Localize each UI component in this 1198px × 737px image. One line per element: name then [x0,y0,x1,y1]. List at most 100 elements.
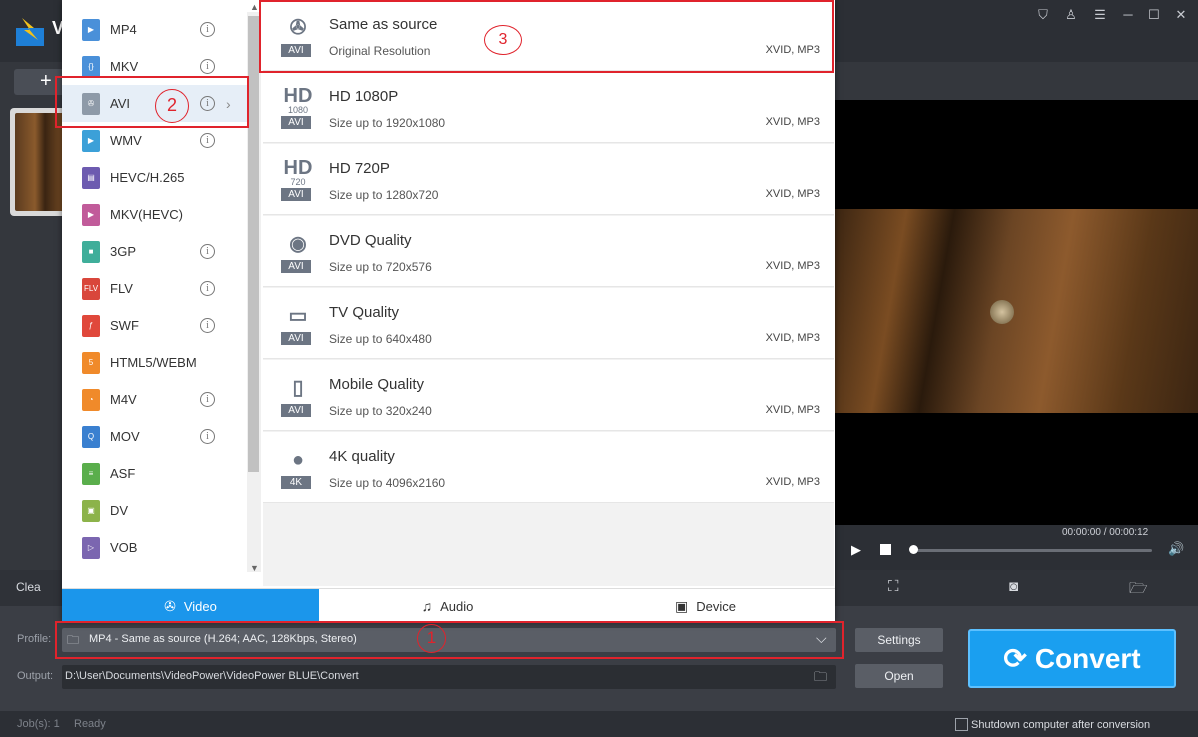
annotation-box-1 [55,621,844,659]
tab-label: Device [696,599,736,614]
info-icon[interactable]: i [200,318,215,333]
format-item-mp4[interactable]: ▶ MP4 i [62,11,247,48]
annotation-box-2 [55,76,249,128]
preset-title: 4K quality [329,448,395,465]
settings-button[interactable]: Settings [855,628,943,652]
format-item-dv[interactable]: ▣ DV [62,492,247,529]
device-icon: ▣ [675,598,689,614]
format-file-icon: FLV [82,278,100,300]
info-icon[interactable]: i [200,392,215,407]
preset-title: HD 1080P [329,88,399,105]
format-item-m4v[interactable]: ◔ M4V i [62,381,247,418]
time-readout: 00:00:00 / 00:00:12 [1062,527,1149,538]
format-file-icon: ▶ [82,130,100,152]
preset-title: HD 720P [329,160,390,177]
preset-subtitle: Size up to 640x480 [329,332,432,346]
annotation-number-3: 3 [484,25,522,55]
clear-button[interactable]: Clea [16,580,41,594]
stop-icon[interactable] [880,544,891,555]
format-item-hevc-h-265[interactable]: ▤ HEVC/H.265 [62,159,247,196]
preset-item[interactable]: ● 4K 4K quality Size up to 4096x2160 XVID, M… [263,432,834,503]
preset-codec: XVID, MP3 [765,260,820,272]
preset-item[interactable]: ▭ AVI TV Quality Size up to 640x480 XVID, MP… [263,288,834,359]
tab-audio[interactable]: ♫ Audio [319,589,576,623]
format-item-vob[interactable]: ▷ VOB [62,529,247,566]
format-item-3gp[interactable]: ■ 3GP i [62,233,247,270]
format-label: MKV(HEVC) [110,207,183,222]
volume-icon[interactable]: 🔊 [1168,541,1184,557]
convert-button[interactable]: ⟳ Convert [968,629,1176,688]
format-item-mov[interactable]: Q MOV i [62,418,247,455]
preset-subtitle: Size up to 1280x720 [329,188,439,202]
close-icon[interactable]: ✕ [1173,7,1189,23]
shutdown-checkbox[interactable] [955,718,968,731]
cart-icon[interactable]: ⛉ [1035,7,1051,23]
format-item-asf[interactable]: ≡ ASF [62,455,247,492]
info-icon[interactable]: i [200,429,215,444]
preset-subtitle: Size up to 1920x1080 [329,116,446,130]
scrollbar-thumb[interactable] [248,16,259,472]
format-badge: AVI [281,260,311,273]
preset-codec: XVID, MP3 [765,332,820,344]
refresh-icon: ⟳ [1003,643,1027,674]
format-item-swf[interactable]: ƒ SWF i [62,307,247,344]
preset-title: TV Quality [329,304,400,321]
preset-item[interactable]: ◉ AVI DVD Quality Size up to 720x576 XVID, M… [263,216,834,287]
preset-glyph: ◉ [289,233,307,255]
hd-720-icon: HD 720 [282,158,314,187]
preset-list: ✇ AVI Same as source Original Resolution XVI… [263,0,834,586]
format-label: VOB [110,540,138,555]
info-icon[interactable]: i [200,22,215,37]
preset-subtitle: Size up to 720x576 [329,260,432,274]
user-icon[interactable]: ♙ [1063,7,1079,23]
maximize-icon[interactable]: ☐ [1146,7,1162,23]
format-label: MP4 [110,22,137,37]
browse-folder-icon[interactable]: 🗀 [814,668,827,690]
play-icon[interactable]: ▶ [851,542,863,557]
menu-icon[interactable]: ☰ [1092,7,1108,23]
tab-label: Video [183,599,217,614]
preset-item[interactable]: ▯ AVI Mobile Quality Size up to 320x240 XVID… [263,360,834,431]
headphones-icon: ♫ [421,598,433,614]
mobile-icon: ▯ [282,374,314,402]
seek-handle[interactable] [909,545,918,554]
format-item-html5-webm[interactable]: 5 HTML5/WEBM [62,344,247,381]
annotation-number-2: 2 [155,89,189,123]
info-icon[interactable]: i [200,281,215,296]
open-folder-icon[interactable]: 🗁 [1129,578,1148,603]
app-logo-icon [16,18,44,46]
format-badge: 4K [281,476,311,489]
preset-glyph: ● [291,449,305,471]
preset-glyph: ▭ [288,305,308,327]
disc-icon: ◉ [282,230,314,258]
annotation-number-1: 1 [417,624,446,653]
crop-icon[interactable]: ⛶ [888,578,899,595]
info-icon[interactable]: i [200,133,215,148]
minimize-icon[interactable]: ─ [1120,7,1136,23]
tab-device[interactable]: ▣ Device [576,589,835,623]
format-label: HEVC/H.265 [110,170,185,185]
format-item-flv[interactable]: FLV FLV i [62,270,247,307]
format-file-icon: ◔ [82,389,100,411]
scroll-down-icon[interactable]: ▼ [250,563,259,573]
snapshot-icon[interactable]: ◙ [1009,578,1018,595]
format-item-mkv-hevc-[interactable]: ▶ MKV(HEVC) [62,196,247,233]
preset-glyph: ▯ [292,377,304,399]
info-icon[interactable]: i [200,59,215,74]
info-icon[interactable]: i [200,244,215,259]
convert-label: Convert [1034,643,1141,674]
preset-codec: XVID, MP3 [765,476,820,488]
seek-bar[interactable] [912,549,1152,552]
scroll-up-icon[interactable]: ▲ [250,2,259,12]
preset-codec: XVID, MP3 [765,116,820,128]
tv-icon: ▭ [282,302,314,330]
hd-resolution-sub: 1080 [287,105,309,115]
tab-video[interactable]: ✇ Video [62,589,319,623]
open-button[interactable]: Open [855,664,943,688]
profile-label: Profile: [17,633,52,645]
preset-item[interactable]: HD 1080 AVI HD 1080P Size up to 1920x1080 XVI… [263,72,834,143]
format-badge: AVI [281,332,311,345]
format-file-icon: ▷ [82,537,100,559]
preset-item[interactable]: HD 720 AVI HD 720P Size up to 1280x720 XVID, … [263,144,834,215]
hd-resolution-sub: 720 [290,177,306,187]
